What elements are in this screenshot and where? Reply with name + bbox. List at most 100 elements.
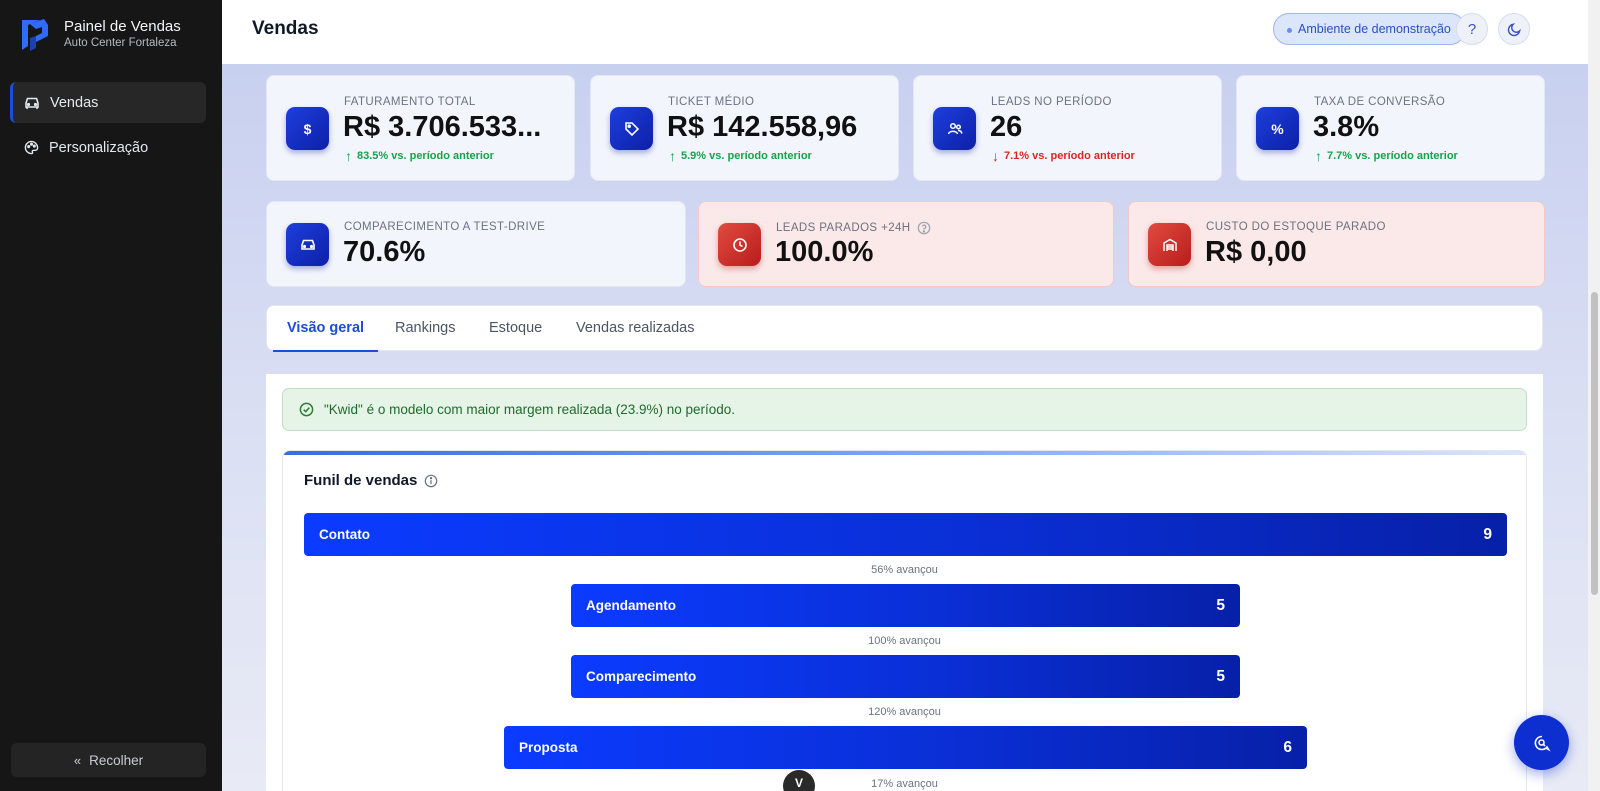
kpi-card-leads-parados: Leads parados +24h 100.0% (698, 201, 1114, 287)
moon-icon (1507, 22, 1521, 36)
users-icon (933, 107, 976, 150)
kpi-value: 26 (990, 111, 1023, 143)
kpi-card-conversao: % Taxa de conversão 3.8% ↑ 7.7% vs. perí… (1236, 75, 1545, 181)
kpi-label: Ticket médio (668, 96, 755, 108)
kpi-label-row: Leads parados +24h (776, 221, 931, 235)
kpi-card-test-drive: Comparecimento a test-drive 70.6% (266, 201, 686, 287)
kpi-card-ticket-medio: Ticket médio R$ 142.558,96 ↑ 5.9% vs. pe… (590, 75, 899, 181)
tag-icon (610, 107, 653, 150)
brand-logo-icon (22, 19, 48, 51)
kpi-label: Leads no período (991, 96, 1112, 108)
overview-panel: "Kwid" é o modelo com maior margem reali… (266, 374, 1543, 791)
demo-environment-badge: Ambiente de demonstração (1273, 13, 1466, 45)
kpi-delta-text: 83.5% vs. período anterior (357, 150, 494, 162)
help-circle-icon[interactable] (917, 221, 931, 235)
kpi-delta: ↑ 83.5% vs. período anterior (345, 148, 494, 164)
kpi-delta-text: 7.7% vs. período anterior (1327, 150, 1458, 162)
info-icon[interactable] (424, 474, 438, 488)
clock-icon (718, 223, 761, 266)
funnel-conversion-text: 120% avançou (868, 706, 941, 718)
tab-estoque[interactable]: Estoque (489, 306, 542, 352)
kpi-value: 3.8% (1313, 111, 1380, 143)
question-icon: ? (1467, 20, 1477, 38)
sidebar: Painel de Vendas Auto Center Fortaleza V… (0, 0, 222, 791)
app-subtitle: Auto Center Fortaleza (64, 36, 177, 49)
sidebar-item-vendas[interactable]: Vendas (10, 82, 206, 123)
tab-visao-geral[interactable]: Visão geral (273, 306, 378, 352)
arrow-up-icon: ↑ (345, 148, 352, 164)
sidebar-item-personalizacao[interactable]: Personalização (10, 127, 206, 168)
kpi-delta: ↓ 7.1% vs. período anterior (992, 148, 1135, 164)
insight-alert: "Kwid" é o modelo com maior margem reali… (282, 388, 1527, 431)
brand-text: Painel de Vendas Auto Center Fortaleza (64, 18, 181, 51)
kpi-value: 100.0% (775, 236, 874, 268)
arrow-up-icon: ↑ (1315, 148, 1322, 164)
funnel-conversion-text: 17% avançou (871, 778, 938, 790)
page-title: Vendas (252, 18, 319, 39)
sidebar-item-label: Vendas (50, 94, 99, 111)
funnel-conversion-text: 100% avançou (868, 635, 941, 647)
tab-rankings[interactable]: Rankings (395, 306, 455, 352)
kpi-label: Leads parados +24h (776, 222, 911, 234)
funnel-stage-label: Agendamento (586, 598, 677, 613)
main-content: $ Faturamento total R$ 3.706.533... ↑ 83… (222, 64, 1588, 791)
chevron-down-icon: V (794, 776, 803, 790)
insight-text: "Kwid" é o modelo com maior margem reali… (324, 402, 736, 417)
car-icon (286, 223, 329, 266)
funnel-stage-value: 5 (1216, 596, 1225, 614)
top-header: Vendas Ambiente de demonstração ? (222, 0, 1588, 64)
brand[interactable]: Painel de Vendas Auto Center Fortaleza (20, 16, 181, 52)
funnel-stage-label: Contato (319, 527, 370, 542)
sales-funnel-card: Funil de vendas Contato 9 56% avançou Ag… (282, 450, 1527, 791)
collapse-label: Recolher (89, 752, 144, 768)
funnel-title-row: Funil de vendas (304, 472, 438, 489)
kpi-card-custo-estoque: Custo do estoque parado R$ 0,00 (1128, 201, 1545, 287)
funnel-stage-proposta[interactable]: Proposta 6 (504, 726, 1307, 769)
funnel-title: Funil de vendas (304, 472, 418, 489)
kpi-label: Taxa de conversão (1314, 96, 1446, 108)
help-button[interactable]: ? (1456, 13, 1488, 45)
car-icon (25, 97, 39, 109)
percent-icon: % (1256, 107, 1299, 150)
palette-icon (24, 140, 39, 155)
funnel-stage-comparecimento[interactable]: Comparecimento 5 (571, 655, 1240, 698)
view-tabs: Visão geral Rankings Estoque Vendas real… (266, 305, 1543, 352)
tab-vendas-realizadas[interactable]: Vendas realizadas (576, 306, 695, 352)
kpi-value: 70.6% (343, 236, 426, 268)
kpi-card-faturamento: $ Faturamento total R$ 3.706.533... ↑ 83… (266, 75, 575, 181)
funnel-stage-value: 5 (1216, 667, 1225, 685)
funnel-conversion-text: 56% avançou (871, 564, 938, 576)
kpi-delta-text: 5.9% vs. período anterior (681, 150, 812, 162)
app-title: Painel de Vendas (64, 17, 181, 35)
arrow-down-icon: ↓ (992, 148, 999, 164)
funnel-stage-label: Proposta (519, 740, 578, 755)
scrollbar-thumb[interactable] (1591, 292, 1598, 595)
funnel-stage-value: 9 (1483, 525, 1492, 543)
theme-toggle-button[interactable] (1498, 13, 1530, 45)
kpi-label: Custo do estoque parado (1206, 221, 1386, 233)
chat-assistant-button[interactable] (1514, 715, 1569, 770)
sidebar-nav: Vendas Personalização (10, 82, 206, 172)
kpi-label: Comparecimento a test-drive (344, 221, 546, 233)
sidebar-item-label: Personalização (49, 139, 149, 156)
kpi-value: R$ 0,00 (1205, 236, 1307, 268)
page-scrollbar[interactable] (1588, 0, 1600, 791)
chevrons-left-icon: « (73, 752, 82, 768)
chat-search-icon (1534, 735, 1551, 752)
funnel-stage-value: 6 (1283, 738, 1292, 756)
kpi-delta-text: 7.1% vs. período anterior (1004, 150, 1135, 162)
arrow-up-icon: ↑ (669, 148, 676, 164)
kpi-value: R$ 142.558,96 (667, 111, 858, 143)
funnel-stage-contato[interactable]: Contato 9 (304, 513, 1507, 556)
kpi-delta: ↑ 5.9% vs. período anterior (669, 148, 812, 164)
check-circle-icon (299, 402, 314, 417)
collapse-sidebar-button[interactable]: « Recolher (11, 743, 206, 777)
dollar-icon: $ (286, 107, 329, 150)
kpi-label: Faturamento total (344, 96, 476, 108)
warehouse-icon (1148, 223, 1191, 266)
kpi-value: R$ 3.706.533... (343, 111, 542, 143)
kpi-card-leads: Leads no período 26 ↓ 7.1% vs. período a… (913, 75, 1222, 181)
funnel-stage-label: Comparecimento (586, 669, 697, 684)
kpi-delta: ↑ 7.7% vs. período anterior (1315, 148, 1458, 164)
funnel-stage-agendamento[interactable]: Agendamento 5 (571, 584, 1240, 627)
